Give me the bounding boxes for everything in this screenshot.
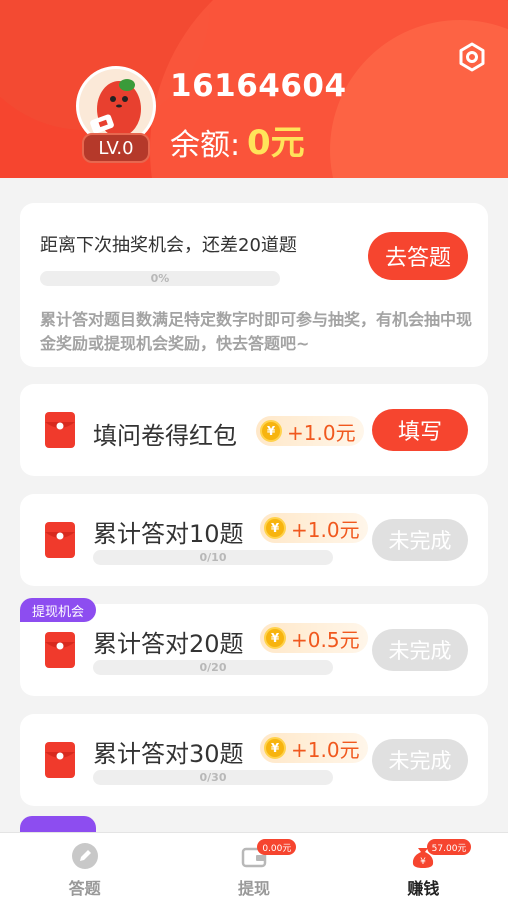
lottery-title: 距离下次抽奖机会，还差20道题: [40, 235, 297, 256]
balance-value: 0元: [247, 123, 305, 163]
task-progress-text: 0/10: [199, 551, 227, 564]
balance-label: 余额:: [170, 128, 241, 163]
nav-label: 赚钱: [407, 879, 440, 898]
task-card-30: 累计答对30题 ¥ +1.0元 0/30 未完成: [20, 714, 488, 806]
reward-amount: +1.0元: [291, 737, 360, 762]
incomplete-button[interactable]: 未完成: [372, 519, 468, 561]
task-title: 累计答对10题: [93, 520, 244, 548]
red-envelope-icon: [45, 632, 75, 668]
fill-survey-button[interactable]: 填写: [372, 409, 468, 451]
task-card-survey: 填问卷得红包 ¥ +1.0元 填写: [20, 384, 488, 476]
settings-icon[interactable]: [455, 40, 489, 74]
nav-item-withdraw[interactable]: 提现 0.00元: [169, 833, 338, 902]
red-envelope-icon: [45, 522, 75, 558]
svg-text:¥: ¥: [420, 857, 426, 867]
withdraw-badge: 0.00元: [257, 839, 297, 855]
coin-icon: ¥: [264, 517, 286, 539]
lottery-description: 累计答对题目数满足特定数字时即可参与抽奖，有机会抽中现金奖励或提现机会奖励，快去…: [40, 310, 473, 353]
user-id: 16164604: [170, 68, 347, 104]
reward-amount: +1.0元: [287, 420, 356, 445]
incomplete-button[interactable]: 未完成: [372, 629, 468, 671]
nav-label: 答题: [68, 879, 101, 898]
lottery-progress-bar: 0%: [40, 271, 280, 286]
reward-amount: +1.0元: [291, 517, 360, 542]
nav-label: 提现: [237, 879, 270, 898]
reward-badge: ¥ +1.0元: [256, 416, 364, 446]
earn-badge: 57.00元: [426, 839, 472, 855]
red-envelope-icon: [45, 412, 75, 448]
nav-item-answer[interactable]: 答题: [0, 833, 169, 902]
incomplete-button[interactable]: 未完成: [372, 739, 468, 781]
task-title: 累计答对20题: [93, 630, 244, 658]
nav-item-earn[interactable]: ¥ 赚钱 57.00元: [339, 833, 508, 902]
level-badge: LV.0: [82, 133, 150, 163]
reward-badge: ¥ +1.0元: [260, 513, 368, 543]
coin-icon: ¥: [264, 737, 286, 759]
go-answer-button[interactable]: 去答题: [368, 232, 468, 280]
lottery-card: 距离下次抽奖机会，还差20道题 0% 去答题 累计答对题目数满足特定数字时即可参…: [20, 203, 488, 367]
task-progress-bar: 0/30: [93, 770, 333, 785]
reward-amount: +0.5元: [291, 627, 360, 652]
reward-badge: ¥ +1.0元: [260, 733, 368, 763]
task-progress-bar: 0/10: [93, 550, 333, 565]
withdraw-chance-tag: 提现机会: [20, 598, 96, 622]
lottery-progress-text: 0%: [150, 272, 170, 285]
task-progress-text: 0/30: [199, 771, 227, 784]
coin-icon: ¥: [260, 420, 282, 442]
pencil-icon: [70, 841, 100, 871]
task-title: 填问卷得红包: [93, 422, 237, 450]
task-progress-bar: 0/20: [93, 660, 333, 675]
red-envelope-icon: [45, 742, 75, 778]
bottom-nav: 答题 提现 0.00元 ¥ 赚钱 57.00元: [0, 832, 508, 902]
task-progress-text: 0/20: [199, 661, 227, 674]
task-title: 累计答对30题: [93, 740, 244, 768]
task-card-10: 累计答对10题 ¥ +1.0元 0/10 未完成: [20, 494, 488, 586]
coin-icon: ¥: [264, 627, 286, 649]
reward-badge: ¥ +0.5元: [260, 623, 368, 653]
